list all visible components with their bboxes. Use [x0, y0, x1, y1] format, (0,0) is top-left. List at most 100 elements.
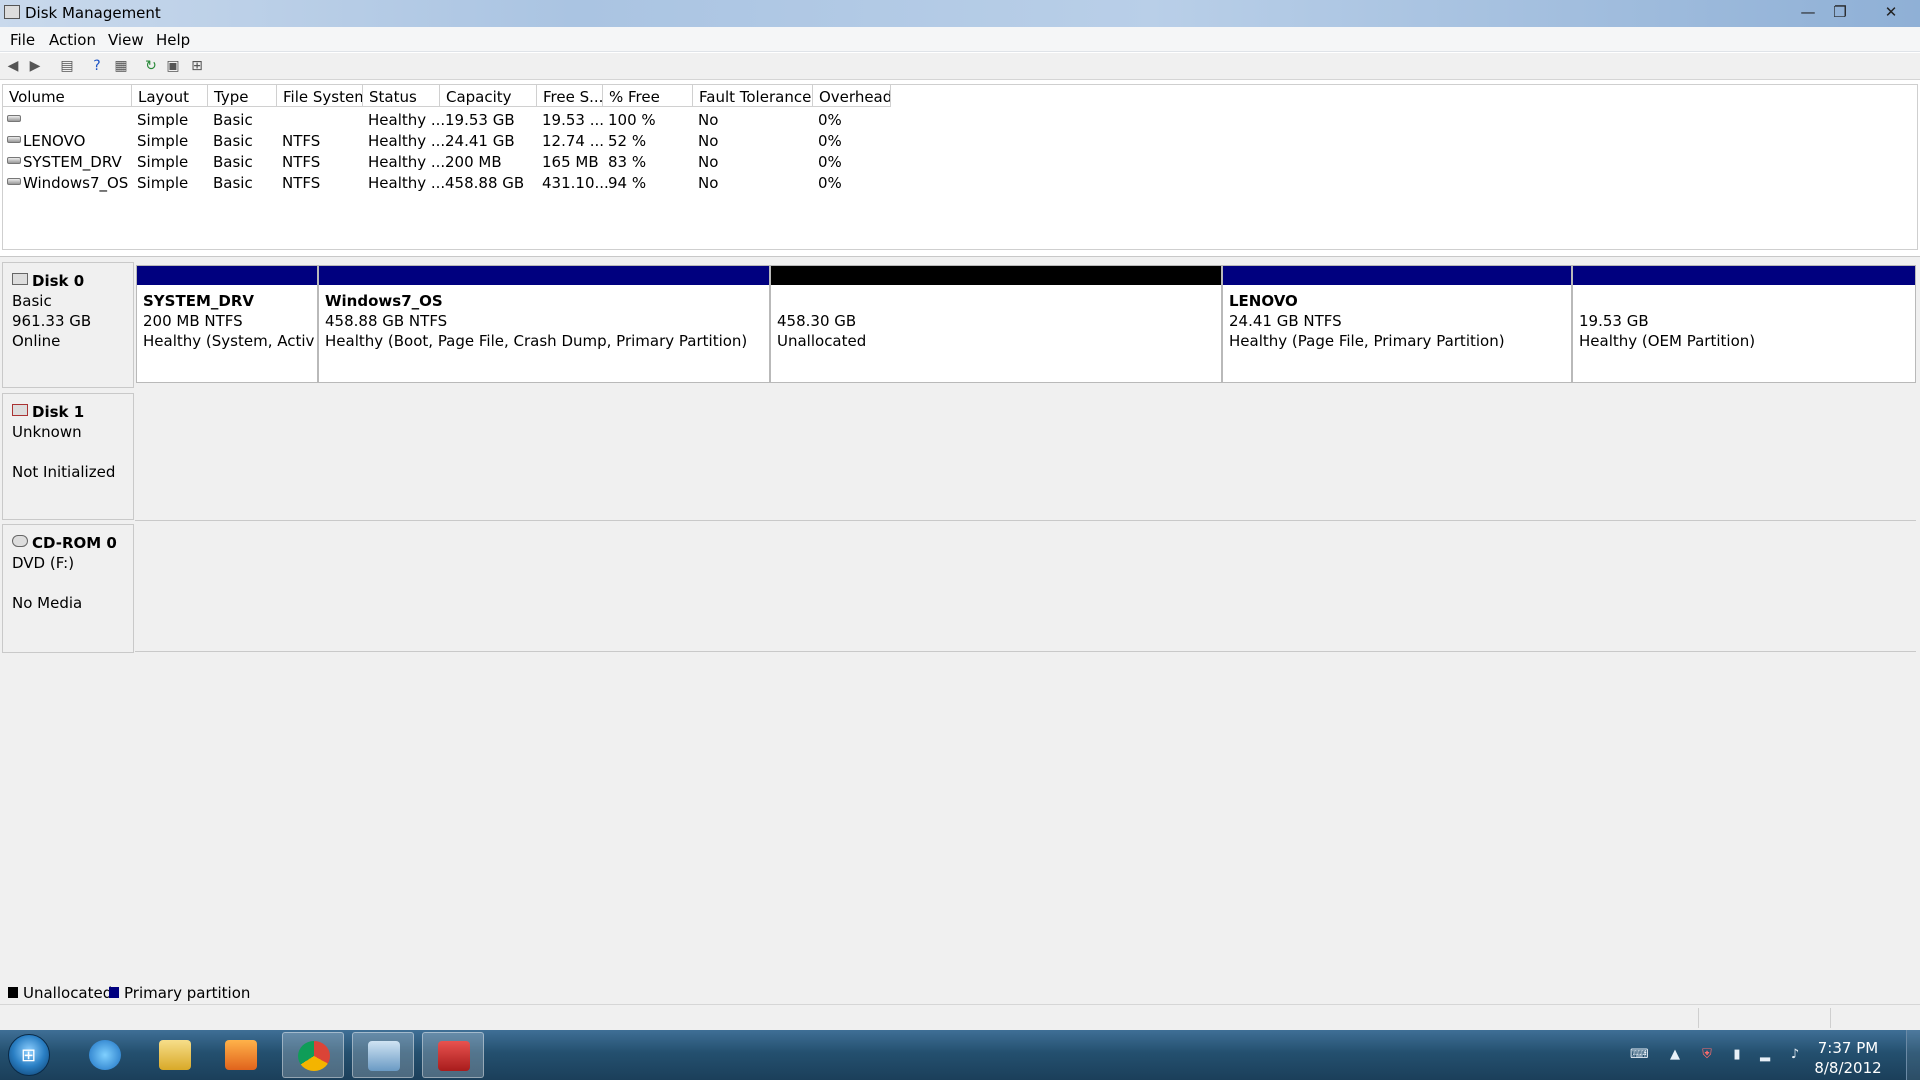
disk-0-size: 961.33 GB — [12, 312, 92, 330]
volume-file-system: NTFS — [282, 153, 321, 171]
properties-icon[interactable]: ▣ — [164, 57, 182, 75]
computer-management-icon[interactable] — [352, 1032, 414, 1078]
windows-logo-icon: ⊞ — [21, 1045, 37, 1066]
status-separator — [1830, 1008, 1831, 1028]
partition-color-bar — [1223, 266, 1571, 285]
minimize-button[interactable]: — — [1790, 2, 1826, 22]
partition-name: Windows7_OS — [325, 292, 443, 310]
menu-action[interactable]: Action — [49, 31, 96, 49]
partition-status: Healthy (Page File, Primary Partition) — [1229, 332, 1505, 350]
toolbox-glyph — [438, 1041, 470, 1071]
refresh-icon[interactable]: ↻ — [142, 57, 160, 75]
partition-unallocated[interactable]: 458.30 GB Unallocated — [770, 265, 1222, 383]
column-header-fault-tolerance[interactable]: Fault Tolerance — [693, 85, 813, 107]
show-hidden-icons-icon[interactable]: ▲ — [1666, 1046, 1684, 1064]
legend-unallocated: Unallocated — [23, 984, 113, 1002]
unallocated-swatch — [8, 987, 18, 998]
volume-file-system: NTFS — [282, 174, 321, 192]
column-header-capacity[interactable]: Capacity — [440, 85, 537, 107]
disk-1-area[interactable] — [135, 388, 1916, 521]
clock-time: 7:37 PM — [1817, 1039, 1879, 1057]
status-bar — [0, 1004, 1920, 1030]
maximize-button[interactable]: ❐ — [1822, 2, 1858, 22]
partition-lenovo[interactable]: LENOVO 24.41 GB NTFS Healthy (Page File,… — [1222, 265, 1572, 383]
forward-arrow-icon[interactable]: ▶ — [26, 57, 44, 75]
media-player-glyph — [225, 1040, 257, 1070]
partition-size: 24.41 GB NTFS — [1229, 312, 1342, 330]
computer-management-glyph — [368, 1041, 400, 1071]
disk-1-name: Disk 1 — [32, 403, 85, 421]
volume-speaker-icon[interactable]: ♪ — [1786, 1046, 1804, 1064]
file-explorer-icon[interactable] — [144, 1032, 206, 1078]
menu-view[interactable]: View — [108, 31, 144, 49]
column-header-volume[interactable]: Volume — [3, 85, 132, 107]
volume-overhead: 0% — [818, 111, 842, 129]
start-button[interactable]: ⊞ — [8, 1034, 50, 1076]
show-desktop-button[interactable] — [1906, 1030, 1920, 1080]
volume-fault-tolerance: No — [698, 174, 719, 192]
partition-size: 458.30 GB — [777, 312, 857, 330]
battery-icon[interactable]: ▮ — [1728, 1046, 1746, 1064]
media-player-icon[interactable] — [210, 1032, 272, 1078]
chrome-icon[interactable] — [282, 1032, 344, 1078]
menu-help[interactable]: Help — [156, 31, 190, 49]
column-header-type[interactable]: Type — [208, 85, 277, 107]
keyboard-icon[interactable]: ⌨ — [1630, 1046, 1649, 1064]
column-header-percent-free[interactable]: % Free — [603, 85, 693, 107]
column-header-status[interactable]: Status — [363, 85, 440, 107]
system-clock[interactable]: 7:37 PM 8/8/2012 — [1808, 1038, 1888, 1078]
column-header-overhead[interactable]: Overhead — [813, 85, 891, 107]
volume-fault-tolerance: No — [698, 153, 719, 171]
help-icon[interactable]: ? — [88, 57, 106, 75]
drive-icon — [7, 157, 21, 164]
volume-row[interactable]: LENOVO Simple Basic NTFS Healthy ... 24.… — [3, 130, 903, 151]
partition-status: Healthy (Boot, Page File, Crash Dump, Pr… — [325, 332, 748, 350]
drive-icon — [7, 136, 21, 143]
column-header-file-system[interactable]: File System — [277, 85, 363, 107]
drive-icon — [7, 178, 21, 185]
partition-system-drv[interactable]: SYSTEM_DRV 200 MB NTFS Healthy (System, … — [136, 265, 318, 383]
security-shield-icon[interactable]: ⛨ — [1698, 1046, 1716, 1064]
volume-capacity: 24.41 GB — [445, 132, 515, 150]
volume-capacity: 19.53 GB — [445, 111, 515, 129]
volume-percent-free: 83 % — [608, 153, 647, 171]
cd-rom-icon — [12, 535, 28, 547]
partition-size: 200 MB NTFS — [143, 312, 243, 330]
cdrom-0-label[interactable]: CD-ROM 0 DVD (F:) No Media — [2, 524, 134, 653]
partition-size: 458.88 GB NTFS — [325, 312, 448, 330]
window-title: Disk Management — [25, 4, 161, 22]
volume-type: Basic — [213, 153, 253, 171]
toolbox-icon[interactable] — [422, 1032, 484, 1078]
console-tree-icon[interactable]: ▤ — [58, 57, 76, 75]
partition-oem[interactable]: 19.53 GB Healthy (OEM Partition) — [1572, 265, 1916, 383]
internet-explorer-icon[interactable] — [74, 1032, 136, 1078]
network-signal-icon[interactable]: ▂ — [1756, 1046, 1774, 1064]
volume-list[interactable]: Volume Layout Type File System Status Ca… — [2, 84, 1918, 250]
volume-status: Healthy ... — [368, 174, 446, 192]
close-button[interactable]: ✕ — [1868, 2, 1914, 22]
volume-percent-free: 52 % — [608, 132, 647, 150]
volume-layout: Simple — [137, 132, 189, 150]
volume-row[interactable]: Windows7_OS Simple Basic NTFS Healthy ..… — [3, 172, 903, 193]
column-header-free-space[interactable]: Free S... — [537, 85, 603, 107]
cdrom-0-area[interactable] — [135, 521, 1916, 652]
back-arrow-icon[interactable]: ◀ — [4, 57, 22, 75]
volume-layout: Simple — [137, 153, 189, 171]
toolbar: ◀ ▶ ▤ ? ▦ ↻ ▣ ⊞ — [0, 53, 1920, 80]
column-header-layout[interactable]: Layout — [132, 85, 208, 107]
partition-windows7-os[interactable]: Windows7_OS 458.88 GB NTFS Healthy (Boot… — [318, 265, 770, 383]
volume-row[interactable]: Simple Basic Healthy ... 19.53 GB 19.53 … — [3, 109, 903, 130]
legend: Unallocated Primary partition — [0, 982, 1920, 1004]
rescan-icon[interactable]: ⊞ — [188, 57, 206, 75]
volume-type: Basic — [213, 174, 253, 192]
volume-percent-free: 100 % — [608, 111, 656, 129]
disk-management-app-icon[interactable] — [4, 5, 20, 19]
disk-1-label[interactable]: Disk 1 Unknown Not Initialized — [2, 393, 134, 520]
volume-fault-tolerance: No — [698, 132, 719, 150]
volume-overhead: 0% — [818, 132, 842, 150]
show-hide-icon[interactable]: ▦ — [112, 57, 130, 75]
volume-free-space: 431.10... — [542, 174, 609, 192]
disk-0-label[interactable]: Disk 0 Basic 961.33 GB Online — [2, 262, 134, 388]
volume-row[interactable]: SYSTEM_DRV Simple Basic NTFS Healthy ...… — [3, 151, 903, 172]
menu-file[interactable]: File — [10, 31, 35, 49]
